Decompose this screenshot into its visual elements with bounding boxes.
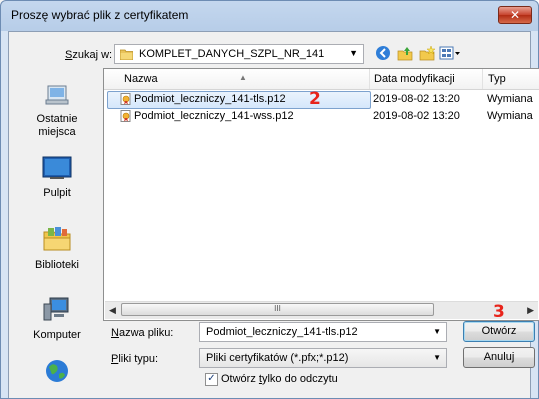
place-network[interactable] xyxy=(17,358,97,387)
filename-label: Nazwa pliku: xyxy=(111,327,174,339)
cancel-button[interactable]: Anuluj xyxy=(463,347,535,368)
chevron-down-icon: ▼ xyxy=(349,48,358,58)
new-folder-icon[interactable] xyxy=(419,45,435,61)
file-type: Wymiana xyxy=(487,93,533,105)
place-libraries[interactable]: Biblioteki xyxy=(17,226,97,272)
file-row[interactable]: Podmiot_leczniczy_141-tls.p12 2 2019-08-… xyxy=(104,89,539,109)
place-desktop[interactable]: Pulpit xyxy=(17,156,97,200)
back-icon[interactable] xyxy=(375,45,391,61)
column-header-row: Nazwa ▲ Data modyfikacji Typ xyxy=(104,69,539,90)
recent-places-icon xyxy=(45,85,69,105)
look-in-dropdown[interactable]: KOMPLET_DANYCH_SZPL_NR_141 ▼ xyxy=(114,44,364,64)
file-date: 2019-08-02 13:20 xyxy=(373,110,460,122)
scrollbar-thumb[interactable]: III xyxy=(121,303,434,316)
filename-input[interactable]: Podmiot_leczniczy_141-tls.p12 ▼ xyxy=(199,322,447,342)
file-date: 2019-08-02 13:20 xyxy=(373,93,460,105)
step-annotation-3: 3 xyxy=(493,302,505,322)
network-icon xyxy=(46,360,68,382)
sort-ascending-icon: ▲ xyxy=(239,73,247,82)
filetype-label: Pliki typu: xyxy=(111,353,159,365)
chevron-down-icon[interactable]: ▼ xyxy=(433,353,441,362)
chevron-down-icon[interactable]: ▼ xyxy=(433,327,441,336)
readonly-label[interactable]: Otwórz tylko do odczytu xyxy=(221,373,338,385)
libraries-icon xyxy=(43,227,71,251)
file-row[interactable]: Podmiot_leczniczy_141-wss.p12 2019-08-02… xyxy=(104,108,539,125)
readonly-checkbox[interactable]: ✓ xyxy=(205,373,218,386)
file-name: Podmiot_leczniczy_141-tls.p12 xyxy=(134,93,286,105)
place-computer[interactable]: Komputer xyxy=(17,296,97,342)
current-folder-name: KOMPLET_DANYCH_SZPL_NR_141 xyxy=(139,48,325,60)
file-list[interactable]: Nazwa ▲ Data modyfikacji Typ Podmiot_lec… xyxy=(103,68,539,321)
scroll-right-icon[interactable]: ▶ xyxy=(527,305,534,316)
place-label-recent: Ostatnie miejsca xyxy=(36,113,78,138)
column-separator[interactable] xyxy=(482,69,483,89)
place-recent[interactable]: Ostatnie miejsca xyxy=(17,82,97,139)
desktop-icon xyxy=(42,156,72,179)
folder-icon xyxy=(120,49,133,60)
view-menu-icon[interactable] xyxy=(439,45,461,61)
close-button[interactable]: ✕ xyxy=(498,6,532,24)
file-type: Wymiana xyxy=(487,110,533,122)
column-separator[interactable] xyxy=(369,69,370,89)
open-file-dialog: Proszę wybrać plik z certyfikatem ✕ Szuk… xyxy=(0,0,539,399)
horizontal-scrollbar[interactable]: ◀ III ▶ xyxy=(105,301,538,319)
filetype-dropdown[interactable]: Pliki certyfikatów (*.pfx;*.p12) ▼ xyxy=(199,348,447,368)
column-header-type[interactable]: Typ xyxy=(488,73,506,85)
place-label-computer: Komputer xyxy=(33,329,81,341)
title-bar[interactable]: Proszę wybrać plik z certyfikatem ✕ xyxy=(1,1,538,31)
dialog-client-area: Szukaj w: KOMPLET_DANYCH_SZPL_NR_141 ▼ O… xyxy=(8,31,539,398)
step-annotation-2: 2 xyxy=(309,89,321,109)
place-label-desktop: Pulpit xyxy=(43,187,71,199)
look-in-label: Szukaj w: xyxy=(65,49,113,61)
column-header-date[interactable]: Data modyfikacji xyxy=(374,73,455,85)
dialog-title: Proszę wybrać plik z certyfikatem xyxy=(11,8,189,22)
places-bar: Ostatnie miejsca Pulpit Biblioteki Kompu… xyxy=(17,68,97,398)
column-header-name[interactable]: Nazwa xyxy=(124,73,158,85)
scroll-left-icon[interactable]: ◀ xyxy=(109,305,116,316)
place-label-libraries: Biblioteki xyxy=(34,259,80,271)
open-button[interactable]: Otwórz xyxy=(463,321,535,342)
certificate-file-icon xyxy=(120,110,131,122)
up-folder-icon[interactable] xyxy=(397,45,413,61)
filetype-value: Pliki certyfikatów (*.pfx;*.p12) xyxy=(206,352,349,364)
file-name: Podmiot_leczniczy_141-wss.p12 xyxy=(134,110,294,122)
filename-value: Podmiot_leczniczy_141-tls.p12 xyxy=(206,326,358,338)
certificate-file-icon xyxy=(120,93,131,105)
computer-icon xyxy=(43,297,69,321)
